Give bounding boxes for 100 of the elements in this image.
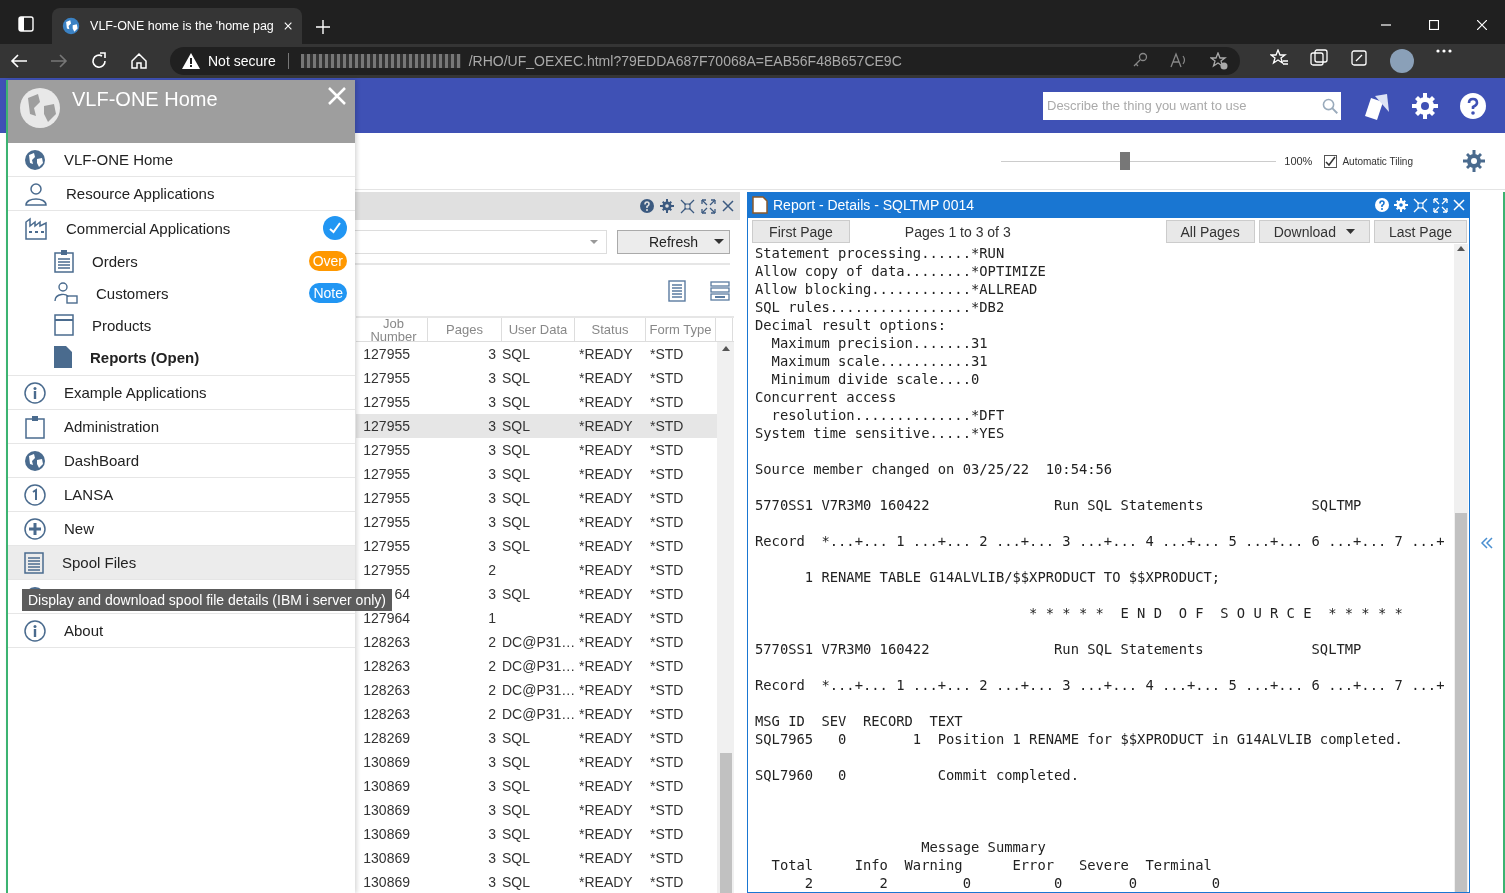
table-row[interactable]: 130869 3 SQL *READY *STD — [356, 822, 717, 846]
table-row[interactable]: 130869 3 SQL *READY *STD — [356, 870, 717, 893]
column-header[interactable]: Job Number — [356, 318, 428, 341]
tab-actions-icon[interactable] — [18, 16, 34, 32]
column-header[interactable]: Status — [575, 318, 646, 341]
table-cell-text: 2 — [487, 683, 497, 697]
table-row[interactable]: 130869 3 SQL *READY *STD — [356, 750, 717, 774]
settings-icon[interactable] — [660, 199, 674, 213]
help-icon[interactable] — [640, 199, 654, 213]
forward-icon[interactable] — [50, 53, 68, 69]
help-icon[interactable] — [1459, 91, 1487, 120]
double-chevron-icon[interactable] — [1479, 536, 1494, 549]
info-icon — [24, 619, 46, 642]
scroll-up-icon[interactable] — [721, 346, 730, 351]
menu-item[interactable]: Administration — [8, 410, 355, 444]
menu-item[interactable]: VLF-ONE Home — [8, 143, 355, 177]
table-row[interactable]: 128263 2 DC@P31… *READY *STD — [356, 630, 717, 654]
table-row[interactable]: 127955 3 SQL *READY *STD — [356, 438, 717, 462]
maximize-icon[interactable] — [1429, 20, 1439, 30]
collections-icon[interactable] — [1310, 49, 1328, 67]
table-row[interactable]: 128263 2 DC@P31… *READY *STD — [356, 702, 717, 726]
table-cell-text: 127955 — [362, 563, 410, 577]
table-cell-text: 130869 — [362, 779, 410, 793]
table-row[interactable]: 127955 3 SQL *READY *STD — [356, 342, 717, 366]
table-row[interactable]: 127955 2 *READY *STD — [356, 558, 717, 582]
settings-icon[interactable] — [1394, 198, 1408, 212]
menu-item[interactable]: Spool Files — [8, 546, 355, 580]
search-field[interactable]: Describe the thing you want to use — [1043, 91, 1319, 120]
globe-icon — [24, 449, 46, 472]
table-cell-text: 3 — [487, 587, 497, 601]
submenu-item[interactable]: Products — [8, 309, 355, 341]
list-view-icon[interactable] — [668, 279, 686, 302]
caret-icon — [590, 240, 598, 244]
table-row[interactable]: 127955 3 SQL *READY *STD — [356, 462, 717, 486]
table-row[interactable]: 127955 3 SQL *READY *STD — [356, 366, 717, 390]
key-icon[interactable] — [1132, 52, 1148, 68]
table-cell-text: SQL — [502, 371, 531, 385]
add-favorite-icon[interactable] — [1210, 52, 1228, 70]
screenshot-icon[interactable] — [1350, 49, 1368, 67]
checkbox[interactable] — [1324, 154, 1338, 168]
caret-icon[interactable] — [714, 239, 724, 244]
submenu-item[interactable]: Customers Note — [8, 277, 355, 309]
stacked-view-icon[interactable] — [710, 280, 730, 301]
table-cell-text: 2 — [487, 707, 497, 721]
first-page-button[interactable]: First Page — [752, 220, 850, 243]
table-row[interactable]: 127955 3 SQL *READY *STD — [356, 390, 717, 414]
table-row[interactable]: 127955 3 SQL *READY *STD — [356, 510, 717, 534]
settings-icon[interactable] — [1411, 91, 1439, 120]
table-row[interactable]: 128269 3 SQL *READY *STD — [356, 726, 717, 750]
column-header[interactable]: Pages — [428, 318, 502, 341]
menu-item[interactable]: Commercial Applications — [8, 211, 355, 245]
expand-icon[interactable] — [701, 198, 716, 214]
menu-item[interactable]: Resource Applications — [8, 177, 355, 211]
settings-icon[interactable] — [1463, 150, 1485, 172]
read-aloud-icon[interactable] — [1170, 52, 1188, 68]
home-icon[interactable] — [130, 52, 148, 70]
submenu-item[interactable]: Orders Over — [8, 245, 355, 277]
back-icon[interactable] — [10, 53, 28, 69]
table-row[interactable]: 127955 3 SQL *READY *STD — [356, 534, 717, 558]
menu-item[interactable]: DashBoard — [8, 444, 355, 478]
table-row[interactable]: 130869 3 SQL *READY *STD — [356, 846, 717, 870]
more-icon[interactable] — [1436, 49, 1452, 53]
refresh-button[interactable]: Refresh — [617, 230, 730, 254]
menu-item[interactable]: Example Applications — [8, 376, 355, 410]
table-cell-text: 127955 — [362, 467, 410, 481]
table-row[interactable]: 128263 2 DC@P31… *READY *STD — [356, 678, 717, 702]
table-row[interactable]: 130869 3 SQL *READY *STD — [356, 774, 717, 798]
scrollbar-thumb[interactable] — [719, 753, 732, 893]
table-row[interactable]: 128263 2 DC@P31… *READY *STD — [356, 654, 717, 678]
zoom-slider[interactable] — [1001, 152, 1277, 170]
new-tab-icon[interactable] — [316, 20, 330, 34]
table-row[interactable]: 130869 3 SQL *READY *STD — [356, 798, 717, 822]
scroll-up-icon[interactable] — [1457, 246, 1465, 251]
table-cell-text: *STD — [649, 803, 685, 817]
help-icon[interactable] — [1375, 198, 1389, 212]
table-cell-text: 3 — [487, 803, 497, 817]
browser-tab[interactable]: VLF-ONE home is the 'home pag — [52, 8, 302, 44]
search-icon[interactable] — [1319, 91, 1341, 120]
reload-icon[interactable] — [90, 52, 108, 70]
page-button[interactable]: Last Page — [1373, 220, 1467, 243]
submenu-item[interactable]: Reports (Open) — [8, 341, 355, 373]
table-cell-text: 3 — [487, 731, 497, 745]
column-header[interactable]: Form Type — [646, 318, 716, 341]
column-header[interactable]: User Data — [502, 318, 575, 341]
collapse-icon[interactable] — [680, 198, 695, 214]
menu-item[interactable]: About — [8, 614, 355, 648]
favorites-icon[interactable] — [1270, 49, 1288, 67]
table-row[interactable]: 127955 3 SQL *READY *STD — [356, 414, 717, 438]
table-row[interactable]: 127955 3 SQL *READY *STD — [356, 486, 717, 510]
add-icon — [24, 517, 46, 540]
table-cell-text: 2 — [487, 659, 497, 673]
page-button[interactable]: Download — [1258, 220, 1370, 243]
table-cell-text: *READY — [578, 515, 634, 529]
scrollbar-thumb[interactable] — [1455, 513, 1467, 892]
table-cell-text: SQL — [502, 851, 531, 865]
page-button[interactable]: All Pages — [1165, 220, 1255, 243]
warning-icon — [182, 53, 200, 69]
menu-item[interactable]: LANSA — [8, 478, 355, 512]
table-cell-text: 128263 — [362, 659, 410, 673]
avatar-icon[interactable] — [1390, 49, 1414, 73]
